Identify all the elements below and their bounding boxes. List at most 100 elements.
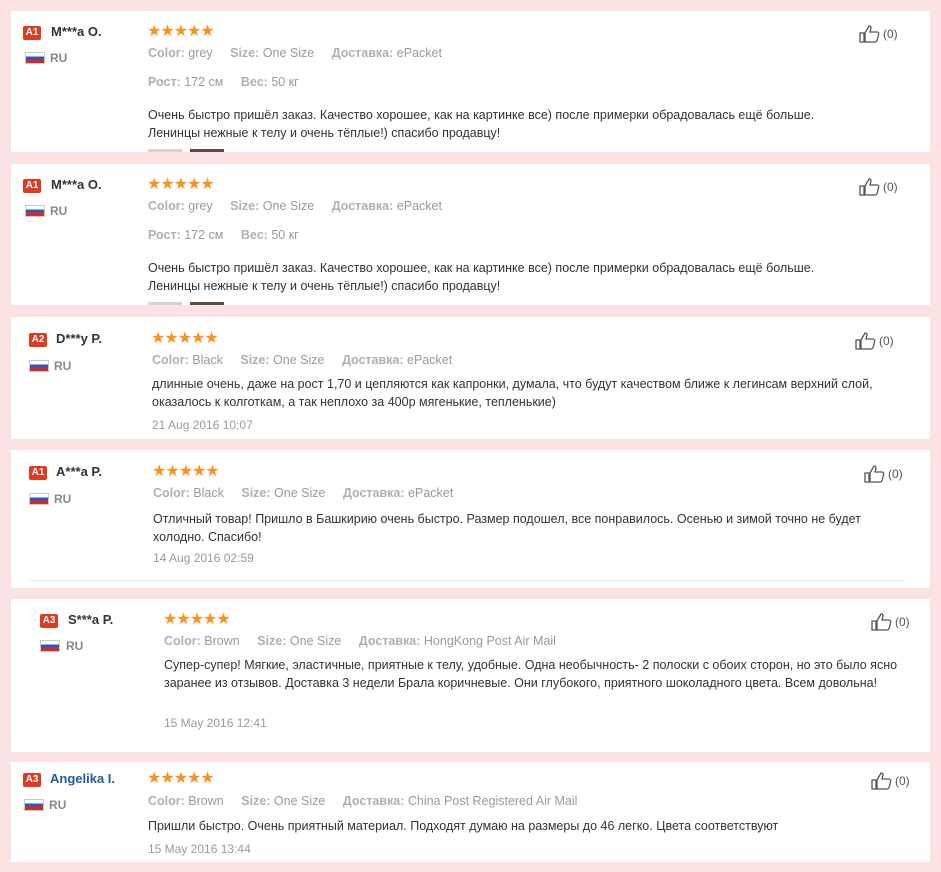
like-count: (0) xyxy=(895,615,910,629)
review-photo-strip xyxy=(148,149,224,152)
star-rating: ★★★★★ xyxy=(147,23,215,40)
buyer-level-badge: A3 xyxy=(40,614,58,628)
size-value: One Size xyxy=(289,634,342,648)
thumbs-up-icon xyxy=(864,465,885,483)
shipping-key: Доставка: xyxy=(331,46,394,60)
review-text: Очень быстро пришёл заказ. Качество хоро… xyxy=(148,261,815,293)
review-card: A3 Angelika I. RU ★★★★★ Color: Brown Siz… xyxy=(11,762,930,862)
shipping-value: ePacket xyxy=(407,353,453,367)
review-text: Отличный товар! Пришло в Башкирию очень … xyxy=(153,512,861,544)
color-key: Color: xyxy=(148,794,185,808)
review-date: 21 Aug 2016 10:07 xyxy=(152,418,253,432)
review-date: 14 Aug 2016 02:59 xyxy=(153,551,254,565)
shipping-value: ePacket xyxy=(408,486,454,500)
size-key: Size: xyxy=(240,353,270,367)
like-count: (0) xyxy=(883,27,898,41)
review-date: 15 May 2016 13:44 xyxy=(148,842,251,856)
color-key: Color: xyxy=(152,353,189,367)
size-key: Size: xyxy=(230,199,260,213)
color-value: Black xyxy=(192,353,223,367)
review-card: A1 A***a P. RU ★★★★★ Color: Black Size: … xyxy=(11,450,930,588)
thumbs-up-icon xyxy=(859,25,880,43)
shipping-value: HongKong Post Air Mail xyxy=(423,634,556,648)
review-card: A1 M***a O. RU ★★★★★ Color: grey Size: O… xyxy=(11,11,930,152)
like-button[interactable]: (0) xyxy=(871,772,910,790)
like-button[interactable]: (0) xyxy=(871,613,910,631)
thumbs-up-icon xyxy=(855,332,876,350)
russia-flag-icon xyxy=(40,640,60,652)
buyer-country: RU xyxy=(66,639,84,653)
body-attributes: Рост: 172 см Вес: 50 кг xyxy=(148,75,313,89)
weight-key: Вес: xyxy=(240,75,268,89)
color-value: Brown xyxy=(188,794,224,808)
size-value: One Size xyxy=(274,486,326,500)
like-button[interactable]: (0) xyxy=(859,178,898,196)
shipping-value: China Post Registered Air Mail xyxy=(407,794,578,808)
color-key: Color: xyxy=(164,634,201,648)
shipping-key: Доставка: xyxy=(342,486,405,500)
russia-flag-icon xyxy=(25,52,45,64)
shipping-key: Доставка: xyxy=(342,794,405,808)
body-attributes: Рост: 172 см Вес: 50 кг xyxy=(148,228,313,242)
review-text: Очень быстро пришёл заказ. Качество хоро… xyxy=(148,108,815,140)
russia-flag-icon xyxy=(29,360,49,372)
review-photo-strip xyxy=(148,302,224,305)
like-button[interactable]: (0) xyxy=(859,25,898,43)
divider xyxy=(29,580,905,581)
size-value: One Size xyxy=(273,353,325,367)
buyer-name: S***a P. xyxy=(68,612,114,627)
buyer-level-badge: A1 xyxy=(23,179,41,193)
height-value: 172 см xyxy=(184,228,224,242)
buyer-name: A***a P. xyxy=(56,464,103,479)
color-key: Color: xyxy=(153,486,190,500)
thumbs-up-icon xyxy=(871,772,892,790)
color-value: Brown xyxy=(204,634,240,648)
buyer-country: RU xyxy=(54,359,72,373)
like-count: (0) xyxy=(895,774,910,788)
size-value: One Size xyxy=(262,46,315,60)
like-button[interactable]: (0) xyxy=(855,332,894,350)
review-text: Пришли быстро. Очень приятный материал. … xyxy=(148,819,779,833)
review-date: 15 May 2016 12:41 xyxy=(164,716,267,730)
weight-key: Вес: xyxy=(240,228,268,242)
star-rating: ★★★★★ xyxy=(151,330,219,347)
shipping-key: Доставка: xyxy=(331,199,394,213)
shipping-value: ePacket xyxy=(396,46,442,60)
star-rating: ★★★★★ xyxy=(147,770,215,787)
russia-flag-icon xyxy=(25,205,45,217)
size-value: One Size xyxy=(273,794,326,808)
order-attributes: Color: Black Size: One Size Доставка: eP… xyxy=(153,486,467,500)
review-card: A2 D***y P. RU ★★★★★ Color: Black Size: … xyxy=(11,317,930,439)
review-text: длинные очень, даже на рост 1,70 и цепля… xyxy=(152,377,873,409)
size-key: Size: xyxy=(257,634,287,648)
thumbs-up-icon xyxy=(859,178,880,196)
shipping-key: Доставка: xyxy=(341,353,404,367)
russia-flag-icon xyxy=(24,799,44,811)
review-card: A3 S***a P. RU ★★★★★ Color: Brown Size: … xyxy=(11,599,930,752)
buyer-name: M***a O. xyxy=(51,177,102,192)
order-attributes: Color: grey Size: One Size Доставка: ePa… xyxy=(148,46,456,60)
weight-value: 50 кг xyxy=(271,75,299,89)
height-key: Рост: xyxy=(148,75,181,89)
buyer-country: RU xyxy=(50,51,68,65)
star-rating: ★★★★★ xyxy=(163,611,231,628)
size-key: Size: xyxy=(230,46,260,60)
weight-value: 50 кг xyxy=(271,228,299,242)
buyer-level-badge: A3 xyxy=(23,773,41,787)
color-key: Color: xyxy=(148,199,185,213)
shipping-key: Доставка: xyxy=(358,634,421,648)
like-count: (0) xyxy=(888,467,903,481)
like-count: (0) xyxy=(879,334,894,348)
like-count: (0) xyxy=(883,180,898,194)
buyer-name-link[interactable]: Angelika I. xyxy=(50,771,115,786)
color-key: Color: xyxy=(148,46,185,60)
star-rating: ★★★★★ xyxy=(147,176,215,193)
order-attributes: Color: Black Size: One Size Доставка: eP… xyxy=(152,353,466,367)
color-value: grey xyxy=(188,46,213,60)
russia-flag-icon xyxy=(29,493,49,505)
color-value: grey xyxy=(188,199,213,213)
like-button[interactable]: (0) xyxy=(864,465,903,483)
buyer-level-badge: A1 xyxy=(29,466,47,480)
buyer-country: RU xyxy=(54,492,72,506)
order-attributes: Color: Brown Size: One Size Доставка: Ho… xyxy=(164,634,570,648)
